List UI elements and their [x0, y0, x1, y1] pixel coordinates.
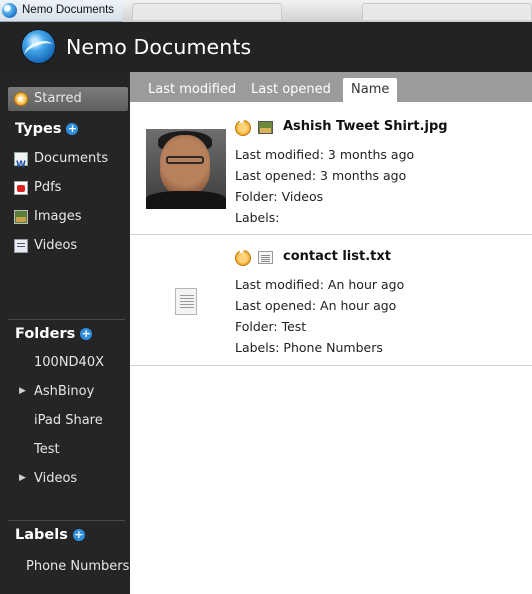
blurred-tab	[132, 3, 282, 20]
sidebar-item-documents[interactable]: Documents	[8, 147, 128, 177]
expand-arrow-icon[interactable]: ▶	[19, 473, 26, 483]
text-file-icon	[258, 251, 273, 264]
file-name[interactable]: contact list.txt	[283, 249, 391, 264]
expand-arrow-icon[interactable]: ▶	[19, 386, 26, 396]
app-header: Nemo Documents	[0, 22, 532, 72]
image-icon	[14, 210, 28, 224]
file-row[interactable]: Ashish Tweet Shirt.jpg Last modified: 3 …	[130, 102, 532, 235]
labels-section-header: Labels +	[15, 527, 85, 543]
add-type-icon[interactable]: +	[66, 123, 79, 135]
sidebar-item-pdfs[interactable]: Pdfs	[8, 176, 128, 200]
sidebar-item-images[interactable]: Images	[8, 205, 128, 229]
word-document-icon	[14, 152, 28, 177]
file-last-opened: Last opened: An hour ago	[235, 298, 397, 313]
star-icon[interactable]	[235, 116, 251, 136]
folder-item-ashbinoy[interactable]: AshBinoy	[34, 384, 94, 399]
file-name[interactable]: Ashish Tweet Shirt.jpg	[283, 119, 448, 134]
sidebar: Starred Types + Documents Pdfs Images Vid…	[0, 72, 130, 594]
sidebar-item-label: Images	[34, 209, 82, 224]
section-divider	[8, 319, 125, 320]
star-icon[interactable]	[235, 246, 251, 266]
add-folder-icon[interactable]: +	[80, 328, 93, 340]
folder-item-test[interactable]: Test	[34, 442, 60, 457]
file-last-modified: Last modified: An hour ago	[235, 277, 405, 292]
sidebar-item-label: Pdfs	[34, 180, 62, 195]
background-taskbar-tabs	[122, 0, 532, 22]
add-label-icon[interactable]: +	[72, 529, 85, 541]
folder-item-100nd40x[interactable]: 100ND40X	[34, 355, 104, 370]
window-title: Nemo Documents	[22, 4, 115, 16]
folder-item-ipad-share[interactable]: iPad Share	[34, 413, 103, 428]
blurred-tab	[362, 3, 532, 20]
file-thumbnail	[146, 129, 226, 209]
types-section-header: Types +	[15, 121, 79, 137]
nemo-logo-icon	[22, 30, 55, 63]
sidebar-item-videos[interactable]: Videos	[8, 234, 128, 258]
sort-tabbar: Last modified Last opened Name	[130, 72, 532, 102]
window-titlebar: Nemo Documents	[0, 0, 532, 22]
tab-name[interactable]: Name	[343, 78, 398, 102]
section-title: Folders	[15, 326, 76, 342]
tab-last-opened[interactable]: Last opened	[243, 78, 339, 102]
file-folder: Folder: Test	[235, 319, 307, 334]
section-title: Labels	[15, 527, 68, 543]
folders-section-header: Folders +	[15, 326, 93, 342]
file-row[interactable]: contact list.txt Last modified: An hour …	[130, 235, 532, 366]
image-file-icon	[258, 121, 273, 134]
star-icon	[14, 88, 28, 112]
sidebar-item-label: Videos	[34, 238, 78, 253]
main-content: Last modified Last opened Name Ashish Tw…	[130, 72, 532, 594]
section-divider	[8, 520, 125, 521]
video-icon	[14, 239, 28, 253]
folder-item-videos[interactable]: Videos	[34, 471, 77, 486]
file-folder: Folder: Videos	[235, 189, 324, 204]
tab-last-modified[interactable]: Last modified	[140, 78, 244, 102]
sidebar-item-label: Starred	[34, 91, 82, 106]
file-labels: Labels: Phone Numbers	[235, 340, 383, 355]
app-icon	[2, 3, 17, 18]
text-file-thumbnail-icon	[175, 288, 197, 315]
label-item-phone-numbers[interactable]: Phone Numbers	[26, 559, 129, 574]
section-title: Types	[15, 121, 62, 137]
app-name: Nemo Documents	[66, 35, 252, 59]
file-last-opened: Last opened: 3 months ago	[235, 168, 407, 183]
sidebar-item-starred[interactable]: Starred	[8, 87, 128, 112]
sidebar-item-label: Documents	[34, 151, 109, 166]
file-labels: Labels:	[235, 210, 280, 225]
pdf-icon	[14, 181, 28, 195]
file-last-modified: Last modified: 3 months ago	[235, 147, 415, 162]
